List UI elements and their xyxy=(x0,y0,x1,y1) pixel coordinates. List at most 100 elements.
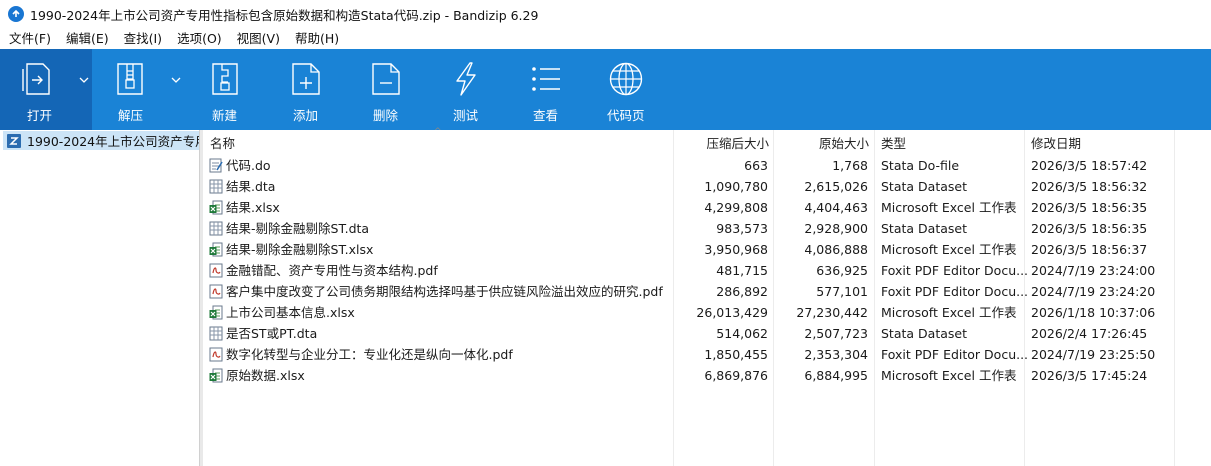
file-modified-date: 2026/3/5 17:45:24 xyxy=(1031,368,1148,383)
zip-archive-icon xyxy=(7,133,21,148)
file-original-size: 2,928,900 xyxy=(804,221,868,236)
menu-options[interactable]: 选项(O) xyxy=(168,28,228,49)
file-compressed-size: 3,950,968 xyxy=(704,242,768,257)
file-row[interactable]: 是否ST或PT.dta 514,062 2,507,723 Stata Dataset… xyxy=(203,323,1211,344)
file-type: Foxit PDF Editor Docu... xyxy=(881,284,1029,299)
file-compressed-size: 481,715 xyxy=(716,263,768,278)
add-button[interactable]: 添加 xyxy=(266,49,346,130)
view-button[interactable]: 查看 xyxy=(506,49,586,130)
file-row[interactable]: 上市公司基本信息.xlsx 26,013,429 27,230,442 Microso… xyxy=(203,302,1211,323)
file-name: 上市公司基本信息.xlsx xyxy=(226,305,355,320)
new-label: 新建 xyxy=(212,108,238,123)
delete-button[interactable]: 删除 xyxy=(346,49,426,130)
view-label: 查看 xyxy=(533,108,559,123)
extract-label: 解压 xyxy=(118,108,144,123)
file-original-size: 577,101 xyxy=(816,284,868,299)
file-name: 结果-剔除金融剔除ST.xlsx xyxy=(226,242,374,257)
file-type: Foxit PDF Editor Docu... xyxy=(881,263,1029,278)
file-type: Foxit PDF Editor Docu... xyxy=(881,347,1029,362)
file-modified-date: 2024/7/19 23:24:00 xyxy=(1031,263,1156,278)
file-type: Microsoft Excel 工作表 xyxy=(881,200,1017,215)
file-type: Stata Dataset xyxy=(881,326,967,341)
chevron-down-icon xyxy=(171,77,181,83)
tree-item-archive-root[interactable]: 1990-2024年上市公司资产专用性指标包含原始数据和构造Stata代码.zi… xyxy=(3,131,199,150)
extract-dropdown-button[interactable] xyxy=(168,49,184,130)
file-original-size: 6,884,995 xyxy=(804,368,868,383)
file-type: Stata Dataset xyxy=(881,179,967,194)
file-compressed-size: 514,062 xyxy=(716,326,768,341)
file-modified-date: 2026/2/4 17:26:45 xyxy=(1031,326,1148,341)
new-archive-icon xyxy=(212,63,238,95)
excel-file-icon xyxy=(209,305,223,320)
file-row[interactable]: 结果-剔除金融剔除ST.dta 983,573 2,928,900 Stata Dat… xyxy=(203,218,1211,239)
open-dropdown-button[interactable] xyxy=(76,49,92,130)
excel-file-icon xyxy=(209,242,223,257)
file-row[interactable]: 代码.do 663 1,768 Stata Do-file 2026/3/5 18:57… xyxy=(203,155,1211,176)
file-name: 结果.xlsx xyxy=(226,200,280,215)
menu-view[interactable]: 视图(V) xyxy=(228,28,286,49)
file-modified-date: 2026/3/5 18:56:35 xyxy=(1031,221,1148,236)
file-name: 结果.dta xyxy=(226,179,276,194)
menu-file[interactable]: 文件(F) xyxy=(0,28,57,49)
file-name: 数字化转型与企业分工：专业化还是纵向一体化.pdf xyxy=(226,347,513,362)
file-name: 金融错配、资产专用性与资本结构.pdf xyxy=(226,263,438,278)
menu-find[interactable]: 查找(I) xyxy=(115,28,168,49)
codepage-label: 代码页 xyxy=(607,108,645,123)
file-compressed-size: 983,573 xyxy=(716,221,768,236)
file-type: Microsoft Excel 工作表 xyxy=(881,242,1017,257)
delete-label: 删除 xyxy=(373,108,399,123)
tree-item-label: 1990-2024年上市公司资产专用性指标包含原始数据和构造Stata代码.zi… xyxy=(27,134,199,149)
file-original-size: 636,925 xyxy=(816,263,868,278)
delete-file-icon xyxy=(372,63,400,95)
file-row[interactable]: 结果.xlsx 4,299,808 4,404,463 Microsoft Excel… xyxy=(203,197,1211,218)
file-row[interactable]: 结果-剔除金融剔除ST.xlsx 3,950,968 4,086,888 Micros… xyxy=(203,239,1211,260)
bandizip-app-icon xyxy=(8,6,24,22)
file-compressed-size: 663 xyxy=(744,158,768,173)
extract-button[interactable]: 解压 xyxy=(92,49,168,130)
file-name: 客户集中度改变了公司债务期限结构选择吗基于供应链风险溢出效应的研究.pdf xyxy=(226,284,663,299)
file-name: 结果-剔除金融剔除ST.dta xyxy=(226,221,370,236)
file-row[interactable]: 客户集中度改变了公司债务期限结构选择吗基于供应链风险溢出效应的研究.pdf 286… xyxy=(203,281,1211,302)
file-name: 原始数据.xlsx xyxy=(226,368,305,383)
new-button[interactable]: 新建 xyxy=(186,49,266,130)
codepage-button[interactable]: 代码页 xyxy=(586,49,666,130)
file-list: ^ 名称 压缩后大小 原始大小 类型 修改日期 代码.do 663 1,768 Sta… xyxy=(203,127,1211,466)
dta-file-icon xyxy=(209,326,223,341)
globe-icon xyxy=(609,62,643,96)
test-button[interactable]: 测试 xyxy=(426,49,506,130)
file-type: Microsoft Excel 工作表 xyxy=(881,368,1017,383)
column-header-type[interactable]: 类型 xyxy=(881,133,906,151)
file-modified-date: 2026/1/18 10:37:06 xyxy=(1031,305,1156,320)
menu-help[interactable]: 帮助(H) xyxy=(286,28,345,49)
menu-edit[interactable]: 编辑(E) xyxy=(57,28,115,49)
file-compressed-size: 286,892 xyxy=(716,284,768,299)
file-compressed-size: 26,013,429 xyxy=(696,305,768,320)
file-row[interactable]: 数字化转型与企业分工：专业化还是纵向一体化.pdf 1,850,455 2,353,… xyxy=(203,344,1211,365)
pdf-file-icon xyxy=(209,284,223,299)
list-view-icon xyxy=(532,67,560,91)
column-header-compressed-size[interactable]: 压缩后大小 xyxy=(673,133,769,151)
column-header-original-size[interactable]: 原始大小 xyxy=(773,133,869,151)
file-row[interactable]: 结果.dta 1,090,780 2,615,026 Stata Dataset 202… xyxy=(203,176,1211,197)
file-original-size: 2,353,304 xyxy=(804,347,868,362)
open-icon xyxy=(22,63,50,95)
file-compressed-size: 1,090,780 xyxy=(704,179,768,194)
file-modified-date: 2024/7/19 23:24:20 xyxy=(1031,284,1156,299)
column-header-modified[interactable]: 修改日期 xyxy=(1031,133,1081,151)
title-bar: 1990-2024年上市公司资产专用性指标包含原始数据和构造Stata代码.zi… xyxy=(0,0,1211,28)
add-label: 添加 xyxy=(293,108,319,123)
file-modified-date: 2026/3/5 18:56:32 xyxy=(1031,179,1148,194)
window-title: 1990-2024年上市公司资产专用性指标包含原始数据和构造Stata代码.zi… xyxy=(30,7,539,23)
file-modified-date: 2026/3/5 18:56:35 xyxy=(1031,200,1148,215)
file-row[interactable]: 原始数据.xlsx 6,869,876 6,884,995 Microsoft Exc… xyxy=(203,365,1211,386)
file-row[interactable]: 金融错配、资产专用性与资本结构.pdf 481,715 636,925 Foxit P… xyxy=(203,260,1211,281)
excel-file-icon xyxy=(209,200,223,215)
column-header-name[interactable]: 名称 xyxy=(210,133,235,151)
open-button[interactable]: 打开 xyxy=(0,49,76,130)
file-compressed-size: 6,869,876 xyxy=(704,368,768,383)
file-type: Stata Dataset xyxy=(881,221,967,236)
excel-file-icon xyxy=(209,368,223,383)
do-file-icon xyxy=(209,158,223,173)
add-file-icon xyxy=(292,63,320,95)
dta-file-icon xyxy=(209,221,223,236)
